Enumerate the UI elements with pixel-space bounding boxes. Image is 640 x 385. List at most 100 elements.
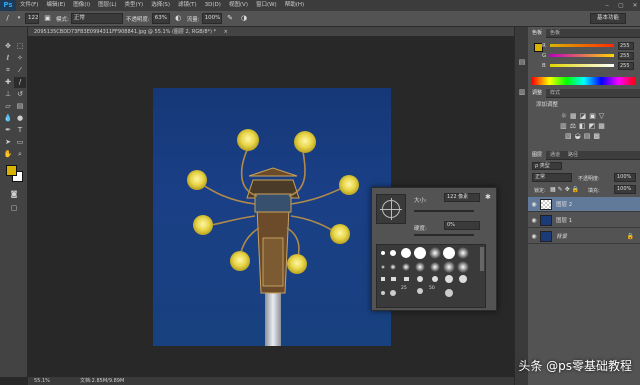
adjustment-icons[interactable]: ☼▦◪▣▽ ▥⚖◧◩▦ ▧◒▤▩: [538, 111, 630, 141]
zoom-tool-icon[interactable]: ⌕: [14, 149, 26, 160]
dodge-tool-icon[interactable]: ●: [14, 113, 26, 124]
brush-preset-grid[interactable]: 25 50: [376, 244, 486, 308]
visibility-eye-icon[interactable]: ◉: [528, 201, 540, 208]
tab-paths[interactable]: 路径: [564, 151, 582, 160]
layer-name[interactable]: 图层 2: [556, 200, 572, 208]
preset-size-25: 25: [401, 286, 407, 291]
opacity-input[interactable]: 63%: [151, 13, 170, 24]
layer-thumbnail: [540, 198, 552, 210]
eraser-tool-icon[interactable]: ▱: [2, 101, 14, 112]
menu-select[interactable]: 选择(S): [147, 0, 174, 11]
opacity-label: 不透明度:: [125, 16, 150, 23]
blue-input[interactable]: 255: [618, 61, 634, 70]
move-tool-icon[interactable]: ✥: [2, 41, 14, 52]
close-button[interactable]: ✕: [630, 2, 640, 10]
red-slider[interactable]: [550, 44, 614, 47]
tab-styles[interactable]: 样式: [546, 89, 564, 98]
layer-row-background[interactable]: ◉ 背景 🔒: [528, 229, 640, 244]
menu-type[interactable]: 类型(Y): [121, 0, 148, 11]
layer-name[interactable]: 图层 1: [556, 216, 572, 224]
flow-input[interactable]: 100%: [201, 13, 222, 24]
layer-filter-select[interactable]: ρ 类型: [532, 162, 562, 170]
airbrush-icon[interactable]: ✎: [225, 13, 236, 24]
healing-brush-icon[interactable]: ✚: [2, 77, 14, 88]
tab-layers[interactable]: 图层: [528, 150, 547, 160]
chevron-down-icon[interactable]: ▾: [16, 13, 22, 24]
hand-tool-icon[interactable]: ✋: [2, 149, 14, 160]
lasso-tool-icon[interactable]: ℓ: [2, 53, 14, 64]
close-tab-icon[interactable]: ×: [224, 29, 228, 35]
screen-mode-icon[interactable]: ▢: [8, 203, 20, 214]
minimize-button[interactable]: ‒: [602, 2, 612, 10]
shape-tool-icon[interactable]: ▭: [14, 137, 26, 148]
mode-label: 模式:: [56, 16, 69, 23]
layer-name[interactable]: 背景: [556, 232, 567, 240]
menu-view[interactable]: 视图(V): [225, 0, 252, 11]
fill-label: 填充:: [588, 188, 600, 194]
menu-filter[interactable]: 滤镜(T): [174, 0, 201, 11]
lock-label: 锁定:: [534, 188, 546, 194]
menu-edit[interactable]: 编辑(E): [42, 0, 69, 11]
menu-3d[interactable]: 3D(D): [201, 0, 225, 11]
gradient-tool-icon[interactable]: ▤: [14, 101, 26, 112]
visibility-eye-icon[interactable]: ◉: [528, 233, 540, 240]
brush-panel-toggle-icon[interactable]: ▣: [42, 13, 53, 24]
layer-row-layer1[interactable]: ◉ 图层 1: [528, 213, 640, 228]
menu-window[interactable]: 窗口(W): [252, 0, 281, 11]
quick-mask-icon[interactable]: ◙: [8, 189, 20, 200]
pressure-opacity-icon[interactable]: ◐: [173, 13, 184, 24]
marquee-tool-icon[interactable]: ⬚: [14, 41, 26, 52]
clone-stamp-icon[interactable]: ⊥: [2, 89, 14, 100]
maximize-button[interactable]: ▢: [616, 2, 626, 10]
layer-opacity-input[interactable]: 100%: [614, 173, 636, 182]
layer-opacity-label: 不透明度:: [578, 176, 600, 182]
gear-icon[interactable]: ✱: [485, 193, 491, 201]
menu-layer[interactable]: 图层(L): [94, 0, 120, 11]
pen-tool-icon[interactable]: ✒: [2, 125, 14, 136]
eyedropper-tool-icon[interactable]: ⁄: [14, 65, 26, 76]
properties-panel-icon[interactable]: ▥: [516, 87, 528, 98]
document-tab[interactable]: 2095135CBDD73FB3E0994311FF908841.jpg @ 5…: [28, 27, 526, 37]
history-panel-icon[interactable]: ▤: [516, 57, 528, 68]
color-spectrum-ramp[interactable]: [532, 77, 636, 85]
hardness-slider[interactable]: [414, 234, 474, 236]
green-input[interactable]: 255: [618, 51, 634, 60]
size-slider[interactable]: [414, 210, 474, 212]
size-input[interactable]: 122 像素: [444, 193, 480, 202]
crop-tool-icon[interactable]: ⌗: [2, 65, 14, 76]
brush-size-preview[interactable]: 122: [25, 13, 39, 24]
photoshop-logo: Ps: [0, 0, 16, 11]
lock-icon: 🔒: [626, 232, 634, 240]
hardness-input[interactable]: 0%: [444, 221, 480, 230]
menu-file[interactable]: 文件(F): [16, 0, 42, 11]
mode-select[interactable]: 正常: [70, 13, 123, 24]
fill-input[interactable]: 100%: [614, 185, 636, 194]
adjust-panel-tabs: 调整 样式: [528, 88, 640, 98]
pressure-size-icon[interactable]: ◑: [239, 13, 250, 24]
foreground-color-swatch[interactable]: [6, 165, 17, 176]
tab-channels[interactable]: 通道: [546, 151, 564, 160]
menu-image[interactable]: 图像(I): [69, 0, 94, 11]
brush-tool-icon[interactable]: /: [14, 77, 26, 88]
visibility-eye-icon[interactable]: ◉: [528, 217, 540, 224]
zoom-level[interactable]: 55.1%: [28, 377, 64, 385]
tab-adjustments[interactable]: 调整: [528, 88, 547, 98]
lock-icons[interactable]: ▦✎✥🔒: [550, 186, 581, 193]
green-slider[interactable]: [550, 54, 614, 57]
tab-color[interactable]: 色板: [528, 28, 547, 38]
path-select-icon[interactable]: ➤: [2, 137, 14, 148]
quick-select-icon[interactable]: ✧: [14, 53, 26, 64]
workspace-select[interactable]: 基本功能: [589, 13, 626, 24]
red-input[interactable]: 255: [618, 41, 634, 50]
blue-slider[interactable]: [550, 64, 614, 67]
blur-tool-icon[interactable]: 💧: [2, 113, 14, 124]
flow-label: 流量:: [186, 16, 200, 23]
tab-swatches[interactable]: 色板: [546, 29, 564, 38]
menu-help[interactable]: 帮助(H): [281, 0, 308, 11]
history-brush-icon[interactable]: ↺: [14, 89, 26, 100]
blend-mode-select[interactable]: 正常: [532, 173, 572, 182]
brush-tool-icon[interactable]: /: [2, 13, 13, 24]
type-tool-icon[interactable]: T: [14, 125, 26, 136]
layer-row-layer2[interactable]: ◉ 图层 2: [528, 197, 640, 212]
document-image[interactable]: [153, 88, 391, 346]
